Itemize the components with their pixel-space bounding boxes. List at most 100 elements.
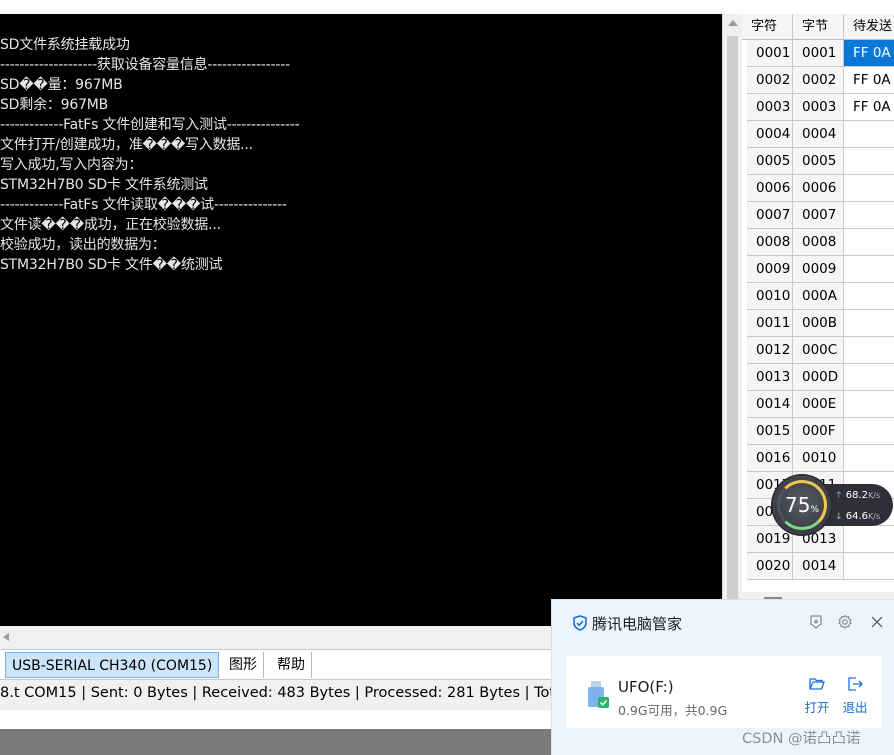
cell-send[interactable] — [844, 283, 894, 310]
network-speed-widget[interactable]: 75% ↑ 68.2K/s ↓ 64.6K/s — [773, 476, 893, 536]
popup-title: 腾讯电脑管家 — [592, 615, 683, 633]
cell-send[interactable] — [844, 337, 894, 364]
tab-graph[interactable]: 图形 — [223, 652, 264, 678]
cell-byte[interactable]: 000E — [793, 391, 844, 418]
terminal-line: 校验成功，读出的数据为： — [0, 237, 166, 253]
table-row[interactable]: 0008 0008 — [742, 229, 894, 256]
cell-send[interactable] — [844, 418, 894, 445]
cell-send[interactable] — [844, 148, 894, 175]
cell-char[interactable]: 0008 — [747, 229, 793, 256]
close-icon[interactable] — [869, 614, 885, 630]
cell-byte[interactable]: 0004 — [793, 121, 844, 148]
cell-byte[interactable]: 000B — [793, 310, 844, 337]
table-row[interactable]: 0002 0002 FF 0A — [742, 67, 894, 94]
cell-byte[interactable]: 000C — [793, 337, 844, 364]
terminal-scrollbar[interactable] — [722, 14, 742, 626]
cell-byte[interactable]: 0007 — [793, 202, 844, 229]
cell-char[interactable]: 0007 — [747, 202, 793, 229]
table-row[interactable]: 0001 0001 FF 0A — [742, 40, 894, 67]
cell-byte[interactable]: 0002 — [793, 67, 844, 94]
header-char[interactable]: 字符 — [742, 14, 793, 40]
tab-com15[interactable]: USB-SERIAL CH340 (COM15) — [5, 652, 220, 678]
cell-char[interactable]: 0006 — [747, 175, 793, 202]
exit-icon — [848, 677, 863, 691]
cell-byte[interactable]: 0010 — [793, 445, 844, 472]
table-row[interactable]: 0010 000A — [742, 283, 894, 310]
cell-send[interactable] — [844, 310, 894, 337]
table-row[interactable]: 0011 000B — [742, 310, 894, 337]
terminal-line: SD文件系统挂载成功 — [0, 37, 130, 53]
cell-char[interactable]: 0002 — [747, 67, 793, 94]
open-button[interactable]: 打开 — [800, 676, 834, 716]
cell-char[interactable]: 0009 — [747, 256, 793, 283]
table-row[interactable]: 0006 0006 — [742, 175, 894, 202]
speed-percent: 75% — [785, 493, 820, 517]
exit-label: 退出 — [842, 700, 868, 715]
status-text: 8.t COM15 | Sent: 0 Bytes | Received: 48… — [0, 685, 551, 701]
table-row[interactable]: 0015 000F — [742, 418, 894, 445]
table-row[interactable]: 0020 0014 — [742, 553, 894, 580]
table-row[interactable]: 0003 0003 FF 0A — [742, 94, 894, 121]
cell-byte[interactable]: 000F — [793, 418, 844, 445]
table-row[interactable]: 0009 0009 — [742, 256, 894, 283]
cell-byte[interactable]: 0001 — [793, 40, 844, 67]
table-row[interactable]: 0013 000D — [742, 364, 894, 391]
bottom-strip — [0, 710, 551, 729]
table-row[interactable]: 0005 0005 — [742, 148, 894, 175]
cell-byte[interactable]: 0008 — [793, 229, 844, 256]
cell-send[interactable] — [844, 229, 894, 256]
terminal-line: 写入成功,写入内容为： — [0, 157, 143, 173]
tab-row: USB-SERIAL CH340 (COM15) 图形 帮助 — [0, 650, 551, 680]
cell-send[interactable] — [844, 391, 894, 418]
terminal-line: SD��量：967MB — [0, 77, 123, 93]
scroll-left-icon[interactable] — [3, 633, 9, 641]
table-row[interactable]: 0012 000C — [742, 337, 894, 364]
cell-byte[interactable]: 0009 — [793, 256, 844, 283]
cell-send[interactable] — [844, 364, 894, 391]
gear-icon[interactable] — [837, 614, 853, 630]
cell-char[interactable]: 0014 — [747, 391, 793, 418]
tab-help[interactable]: 帮助 — [271, 652, 312, 678]
cell-send[interactable] — [844, 121, 894, 148]
table-row[interactable]: 0016 0010 — [742, 445, 894, 472]
cell-char[interactable]: 0010 — [747, 283, 793, 310]
cell-byte[interactable]: 0003 — [793, 94, 844, 121]
cell-send[interactable]: FF 0A — [844, 94, 894, 121]
cell-char[interactable]: 0011 — [747, 310, 793, 337]
cell-byte[interactable]: 000D — [793, 364, 844, 391]
cell-send[interactable]: FF 0A — [844, 67, 894, 94]
horizontal-scrollbar[interactable] — [0, 626, 551, 650]
terminal-line: SD剩余：967MB — [0, 97, 109, 113]
cell-send[interactable] — [844, 175, 894, 202]
pin-icon[interactable] — [808, 614, 824, 630]
cell-send[interactable] — [844, 202, 894, 229]
cell-byte[interactable]: 0014 — [793, 553, 844, 580]
scroll-thumb[interactable] — [727, 36, 738, 614]
cell-send[interactable]: FF 0A — [844, 40, 894, 67]
table-row[interactable]: 0007 0007 — [742, 202, 894, 229]
table-row[interactable]: 0004 0004 — [742, 121, 894, 148]
cell-char[interactable]: 0015 — [747, 418, 793, 445]
cell-send[interactable] — [844, 256, 894, 283]
cell-char[interactable]: 0004 — [747, 121, 793, 148]
cell-send[interactable] — [844, 553, 894, 580]
cell-byte[interactable]: 0006 — [793, 175, 844, 202]
terminal-line: 文件读���成功，正在校验数据... — [0, 217, 221, 233]
cell-char[interactable]: 0012 — [747, 337, 793, 364]
cell-char[interactable]: 0001 — [747, 40, 793, 67]
cell-byte[interactable]: 0005 — [793, 148, 844, 175]
receive-terminal[interactable]: SD文件系统挂载成功 --------------------获取设备容量信息--… — [0, 14, 722, 626]
cell-char[interactable]: 0003 — [747, 94, 793, 121]
cell-char[interactable]: 0013 — [747, 364, 793, 391]
scroll-up-icon[interactable] — [728, 20, 738, 26]
header-byte[interactable]: 字节 — [793, 14, 844, 40]
cell-byte[interactable]: 000A — [793, 283, 844, 310]
cell-send[interactable] — [844, 445, 894, 472]
exit-button[interactable]: 退出 — [838, 676, 872, 716]
usb-drive-icon — [588, 681, 609, 708]
table-row[interactable]: 0014 000E — [742, 391, 894, 418]
cell-char[interactable]: 0020 — [747, 553, 793, 580]
cell-char[interactable]: 0016 — [747, 445, 793, 472]
cell-char[interactable]: 0005 — [747, 148, 793, 175]
header-send[interactable]: 待发送 — [844, 14, 894, 40]
